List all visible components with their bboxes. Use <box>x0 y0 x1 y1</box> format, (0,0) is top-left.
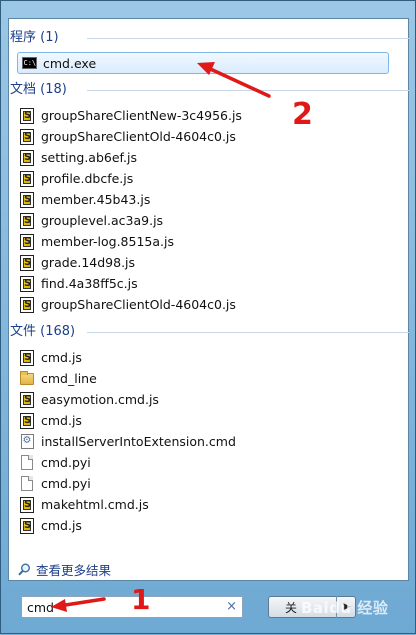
annotation-arrow-2-icon <box>197 62 271 98</box>
annotation-overlay <box>51 62 271 612</box>
start-menu-window: 程序 (1) C:\cmd.exe 文档 (18) groupShareClie… <box>0 0 416 634</box>
annotation-arrow-1-icon <box>51 597 106 612</box>
annotation-number-2: 2 <box>292 97 313 132</box>
annotation-number-1: 1 <box>131 583 151 616</box>
